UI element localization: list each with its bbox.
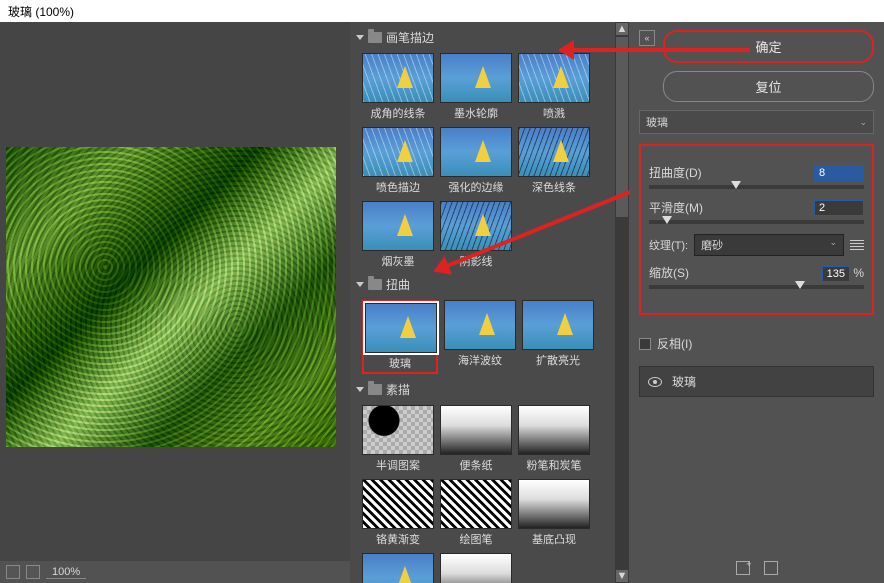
filter-thumb[interactable]: 强化的边缘 bbox=[440, 127, 512, 195]
collapse-button[interactable]: « bbox=[639, 30, 655, 46]
scale-label: 缩放(S) bbox=[649, 264, 689, 281]
visibility-icon[interactable] bbox=[648, 377, 662, 387]
filter-thumb[interactable]: 水彩画纸 bbox=[362, 553, 434, 583]
filter-thumb[interactable]: 基底凸现 bbox=[518, 479, 590, 547]
folder-icon bbox=[368, 279, 382, 290]
folder-icon bbox=[368, 32, 382, 43]
settings-pane: « 确定 复位 玻璃 ⌄ 扭曲度(D) 8 平滑度(M) 2 纹理(T): 磨砂⌄ … bbox=[629, 22, 884, 583]
reset-button[interactable]: 复位 bbox=[663, 71, 874, 102]
filter-gallery: 画笔描边 成角的线条 墨水轮廓 喷溅 喷色描边 强化的边缘 深色线条 烟灰墨 阴… bbox=[350, 22, 615, 583]
filter-thumb[interactable]: 成角的线条 bbox=[362, 53, 434, 121]
filter-thumb[interactable]: 粉笔和炭笔 bbox=[518, 405, 590, 473]
filter-thumb[interactable]: 烟灰墨 bbox=[362, 201, 434, 269]
distortion-input[interactable]: 8 bbox=[814, 165, 864, 181]
preview-controls: 100% bbox=[0, 561, 350, 583]
ok-button[interactable]: 确定 bbox=[663, 30, 874, 63]
category-brush-strokes[interactable]: 画笔描边 bbox=[350, 26, 615, 49]
effect-layer[interactable]: 玻璃 bbox=[639, 366, 874, 397]
window-title: 玻璃 (100%) bbox=[0, 0, 884, 22]
filter-select[interactable]: 玻璃 ⌄ bbox=[639, 110, 874, 134]
filter-thumb[interactable]: 铬黄渐变 bbox=[362, 479, 434, 547]
smoothness-input[interactable]: 2 bbox=[814, 200, 864, 216]
chevron-down-icon bbox=[356, 35, 364, 40]
filter-thumb[interactable]: 半调图案 bbox=[362, 405, 434, 473]
filter-thumb[interactable]: 撕边 bbox=[440, 553, 512, 583]
scroll-up-icon[interactable]: ▲ bbox=[616, 23, 628, 35]
filter-select-value: 玻璃 bbox=[646, 114, 668, 130]
filter-thumb-glass[interactable]: 玻璃 bbox=[362, 300, 438, 374]
distortion-label: 扭曲度(D) bbox=[649, 164, 702, 181]
scale-input[interactable]: 135 bbox=[822, 266, 850, 282]
filter-thumb[interactable]: 海洋波纹 bbox=[444, 300, 516, 374]
menu-icon[interactable] bbox=[850, 240, 864, 250]
filter-thumb[interactable]: 绘图笔 bbox=[440, 479, 512, 547]
category-sketch[interactable]: 素描 bbox=[350, 378, 615, 401]
invert-checkbox[interactable] bbox=[639, 338, 651, 350]
preview-image[interactable] bbox=[6, 147, 336, 447]
effect-layer-name: 玻璃 bbox=[672, 373, 696, 390]
filter-thumb[interactable]: 阴影线 bbox=[440, 201, 512, 269]
filter-thumb[interactable]: 便条纸 bbox=[440, 405, 512, 473]
invert-label: 反相(I) bbox=[657, 335, 692, 352]
category-label: 扭曲 bbox=[386, 276, 410, 293]
zoom-in-button[interactable] bbox=[26, 565, 40, 579]
filter-thumb[interactable]: 喷溅 bbox=[518, 53, 590, 121]
chevron-down-icon bbox=[356, 387, 364, 392]
chevron-down-icon: ⌄ bbox=[829, 237, 837, 253]
filter-thumb[interactable]: 深色线条 bbox=[518, 127, 590, 195]
zoom-out-button[interactable] bbox=[6, 565, 20, 579]
distortion-slider[interactable] bbox=[649, 185, 864, 189]
scale-unit: % bbox=[853, 266, 864, 280]
delete-effect-icon[interactable] bbox=[764, 561, 778, 575]
filter-thumb[interactable]: 墨水轮廓 bbox=[440, 53, 512, 121]
filter-thumb[interactable]: 喷色描边 bbox=[362, 127, 434, 195]
new-effect-icon[interactable] bbox=[736, 561, 750, 575]
preview-pane: 100% bbox=[0, 22, 350, 583]
zoom-value: 100% bbox=[46, 566, 86, 579]
smoothness-slider[interactable] bbox=[649, 220, 864, 224]
filter-thumb[interactable]: 扩散亮光 bbox=[522, 300, 594, 374]
smoothness-label: 平滑度(M) bbox=[649, 199, 703, 216]
category-distort[interactable]: 扭曲 bbox=[350, 273, 615, 296]
texture-select[interactable]: 磨砂⌄ bbox=[694, 234, 844, 256]
chevron-down-icon: ⌄ bbox=[859, 117, 867, 128]
texture-label: 纹理(T): bbox=[649, 237, 688, 253]
scale-slider[interactable] bbox=[649, 285, 864, 289]
chevron-down-icon bbox=[356, 282, 364, 287]
category-label: 画笔描边 bbox=[386, 29, 434, 46]
filter-scrollbar[interactable]: ▲ ▼ bbox=[615, 22, 629, 583]
category-label: 素描 bbox=[386, 381, 410, 398]
parameters-group: 扭曲度(D) 8 平滑度(M) 2 纹理(T): 磨砂⌄ 缩放(S) 135 % bbox=[639, 144, 874, 315]
folder-icon bbox=[368, 384, 382, 395]
scrollbar-thumb[interactable] bbox=[616, 37, 628, 217]
scroll-down-icon[interactable]: ▼ bbox=[616, 570, 628, 582]
